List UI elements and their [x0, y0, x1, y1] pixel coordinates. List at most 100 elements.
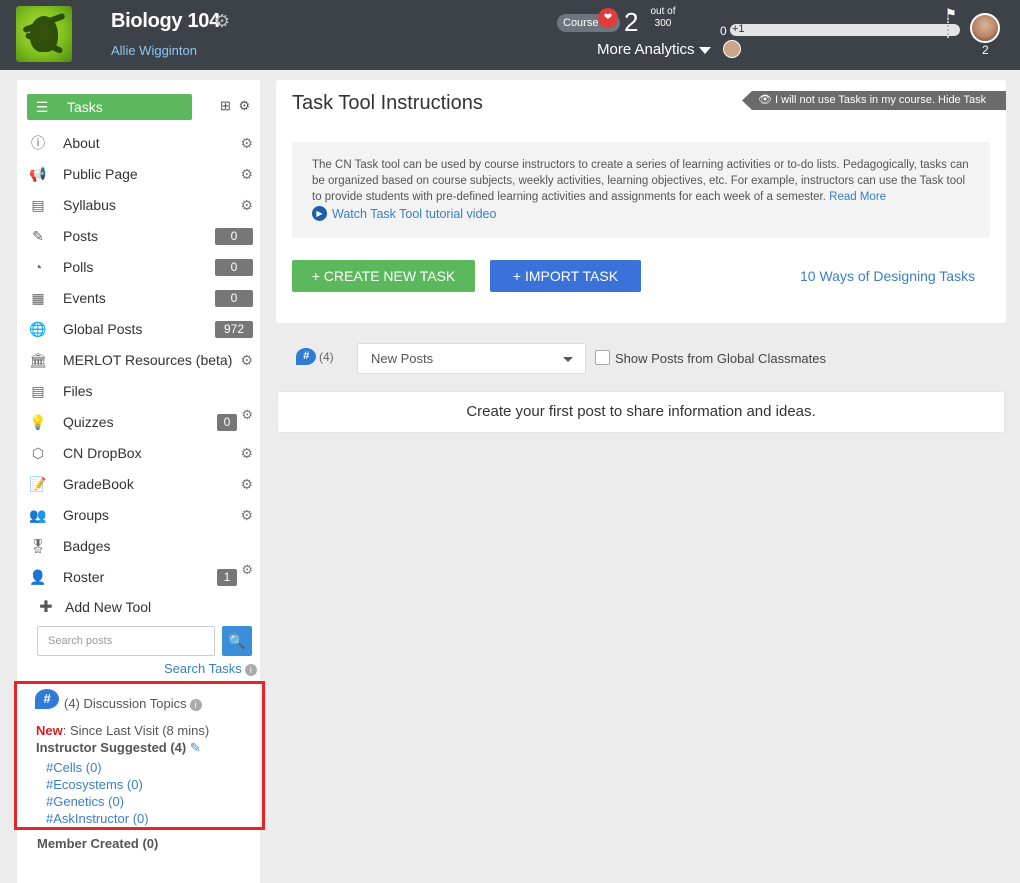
sidebar-item-groups[interactable]: 👥 Groups ⚙ [27, 502, 253, 528]
score-value: 2 [624, 7, 639, 37]
file-icon: ▤ [31, 382, 45, 399]
sidebar-item-quizzes[interactable]: 💡 Quizzes 0 ⚙ [27, 407, 253, 435]
pie-chart-icon: ◔ [33, 259, 43, 275]
more-analytics-dropdown[interactable]: More Analytics [597, 41, 711, 58]
user-count: 2 [982, 43, 989, 57]
course-title[interactable]: Biology 104 [111, 10, 220, 33]
sidebar-item-files[interactable]: ▤ Files [27, 378, 253, 404]
gear-icon[interactable]: ⚙ [240, 507, 253, 524]
sidebar-item-gradebook[interactable]: 📝 GradeBook ⚙ [27, 471, 253, 497]
new-since-last-visit: New: Since Last Visit (8 mins) [36, 723, 209, 738]
course-badge-icon: ❤ [598, 8, 618, 28]
sidebar-item-dropbox[interactable]: ⬡ CN DropBox ⚙ [27, 440, 253, 466]
info-icon[interactable]: i [189, 699, 202, 711]
sidebar-item-about[interactable]: ⓘ About ⚙ [27, 130, 253, 156]
finish-flag-icon: ⚑ [945, 6, 957, 21]
discussion-topics-title: (4) Discussion Topics i [64, 696, 202, 711]
sidebar-item-posts[interactable]: ✎ Posts 0 [27, 223, 253, 249]
sidebar-item-tasks[interactable]: ☰ Tasks [27, 94, 192, 120]
lightbulb-icon: 💡 [29, 413, 47, 430]
add-new-tool-button[interactable]: ✚ Add New Tool [37, 597, 151, 617]
instructor-name-link[interactable]: Allie Wigginton [111, 43, 197, 58]
sidebar-item-syllabus[interactable]: ▤ Syllabus ⚙ [27, 192, 253, 218]
course-settings-gear-icon[interactable]: ⚙ [214, 11, 230, 32]
search-tasks-label: Search Tasks [164, 661, 242, 676]
sidebar-item-public-page[interactable]: 📢 Public Page ⚙ [27, 161, 253, 187]
task-tool-instructions-card: Task Tool Instructions 👁 I will not use … [276, 80, 1006, 323]
empty-feed-message: Create your first post to share informat… [277, 391, 1005, 433]
add-new-tool-label: Add New Tool [65, 599, 152, 615]
hide-task-tool-button[interactable]: 👁 I will not use Tasks in my course. Hid… [742, 91, 1006, 110]
sidebar-item-label: MERLOT Resources (beta) [63, 352, 233, 368]
gear-icon[interactable]: ⚙ [240, 166, 253, 183]
document-icon: ▤ [31, 196, 45, 213]
search-posts-input[interactable]: Search posts [37, 626, 215, 656]
sidebar-item-label: Files [63, 383, 93, 399]
gear-icon[interactable]: ⚙ [240, 135, 253, 152]
calendar-icon: ▦ [31, 289, 45, 306]
feed-count: (4) [319, 350, 334, 364]
expand-icon[interactable]: ⊞ [220, 98, 231, 113]
read-more-link[interactable]: Read More [829, 191, 886, 203]
topic-link[interactable]: #AskInstructor (0) [46, 811, 149, 826]
sidebar-item-label: About [63, 135, 100, 151]
gear-icon[interactable]: ⚙ [241, 407, 253, 423]
info-box: The CN Task tool can be used by course i… [292, 142, 990, 238]
more-analytics-label: More Analytics [597, 41, 695, 58]
ways-of-designing-tasks-link[interactable]: 10 Ways of Designing Tasks [800, 268, 975, 284]
info-text: The CN Task tool can be used by course i… [312, 157, 972, 205]
eye-icon: 👁 [758, 94, 776, 106]
gear-icon[interactable]: ⚙ [240, 445, 253, 462]
sidebar-item-badges[interactable]: 🎖 Badges [27, 533, 253, 559]
sidebar-item-events[interactable]: ▦ Events 0 [27, 285, 253, 311]
course-logo[interactable] [16, 6, 72, 62]
sidebar-item-label: Syllabus [63, 197, 116, 213]
sidebar-item-label: CN DropBox [63, 445, 142, 461]
search-tasks-link[interactable]: Search Tasks i [164, 661, 257, 676]
discussion-topics-label: (4) Discussion Topics [64, 696, 187, 711]
sidebar-item-roster[interactable]: 👤 Roster 1 ⚙ [27, 562, 253, 590]
user-icon: 👤 [29, 568, 47, 585]
post-filter-select[interactable]: New Posts [357, 343, 586, 374]
post-filter-value: New Posts [371, 351, 434, 366]
topic-link[interactable]: #Cells (0) [46, 760, 102, 775]
megaphone-icon: 📢 [29, 165, 47, 182]
gear-icon[interactable]: ⚙ [241, 562, 253, 578]
badge-icon: 🎖 [29, 537, 47, 554]
global-classmates-checkbox[interactable] [595, 350, 610, 365]
hashtag-bubble-icon[interactable]: # [296, 348, 316, 365]
count-badge: 1 [217, 568, 237, 586]
info-icon[interactable]: i [244, 664, 257, 676]
gear-icon[interactable]: ⚙ [240, 476, 253, 493]
score-out-of: out of 300 [648, 6, 678, 30]
search-button[interactable]: 🔍 [222, 626, 252, 656]
instructor-suggested-label: Instructor Suggested (4) [36, 740, 187, 755]
member-created[interactable]: Member Created (0) [37, 836, 158, 851]
topic-link[interactable]: #Ecosystems (0) [46, 777, 143, 792]
gear-icon[interactable]: ⚙ [240, 197, 253, 214]
global-classmates-label[interactable]: Show Posts from Global Classmates [615, 351, 826, 366]
since-last-visit: : Since Last Visit (8 mins) [62, 723, 210, 738]
count-badge: 0 [215, 227, 253, 245]
watch-video-link[interactable]: ▶ Watch Task Tool tutorial video [312, 206, 496, 221]
sidebar-item-merlot[interactable]: 🏛 MERLOT Resources (beta) ⚙ [27, 347, 253, 373]
create-new-task-button[interactable]: + CREATE NEW TASK [292, 260, 475, 292]
pencil-icon[interactable]: ✎ [190, 740, 201, 755]
sidebar-item-label: Groups [63, 507, 109, 523]
sidebar-item-global-posts[interactable]: 🌐 Global Posts 972 [27, 316, 253, 342]
play-icon: ▶ [312, 206, 327, 221]
import-task-button[interactable]: + IMPORT TASK [490, 260, 641, 292]
users-icon: 👥 [29, 506, 47, 523]
sidebar-item-polls[interactable]: ◔ Polls 0 [27, 254, 253, 280]
box-icon: ⬡ [31, 444, 45, 461]
globe-icon: 🌐 [29, 320, 47, 337]
out-of-label: out of [650, 6, 676, 17]
sidebar-item-label: Public Page [63, 166, 138, 182]
gear-icon[interactable]: ⚙ [240, 352, 253, 369]
gear-icon[interactable]: ⚙ [239, 98, 251, 113]
page-title: Task Tool Instructions [292, 92, 483, 114]
analytics-avatar [723, 40, 741, 58]
topic-link[interactable]: #Genetics (0) [46, 794, 124, 809]
top-header: Biology 104 ⚙ Allie Wigginton Course ❤ 2… [0, 0, 1020, 70]
user-avatar[interactable] [970, 13, 1000, 43]
